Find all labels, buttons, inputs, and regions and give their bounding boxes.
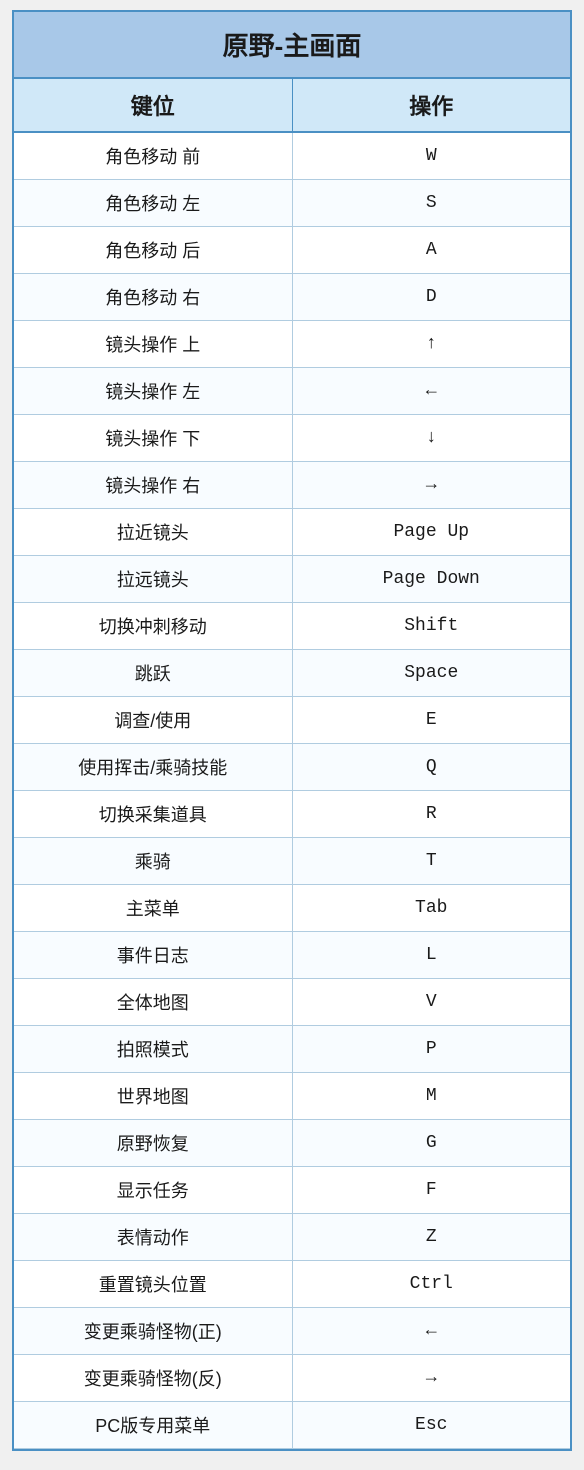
table-row: 角色移动 后A [14,227,570,274]
table-row: 镜头操作 右→ [14,462,570,509]
table-row: 世界地图M [14,1073,570,1120]
action-cell: Space [292,650,570,697]
table-row: 拉近镜头Page Up [14,509,570,556]
table-row: 变更乘骑怪物(反)→ [14,1355,570,1402]
key-cell: PC版专用菜单 [14,1402,292,1449]
key-cell: 拉远镜头 [14,556,292,603]
key-cell: 使用挥击/乘骑技能 [14,744,292,791]
action-cell: T [292,838,570,885]
action-cell: ← [292,1308,570,1355]
action-cell: Q [292,744,570,791]
action-cell: V [292,979,570,1026]
key-cell: 镜头操作 右 [14,462,292,509]
action-cell: E [292,697,570,744]
action-cell: → [292,462,570,509]
key-cell: 镜头操作 上 [14,321,292,368]
key-cell: 表情动作 [14,1214,292,1261]
key-cell: 重置镜头位置 [14,1261,292,1308]
column-header-row: 键位操作 [14,78,570,132]
action-cell: Ctrl [292,1261,570,1308]
key-cell: 跳跃 [14,650,292,697]
key-cell: 角色移动 右 [14,274,292,321]
action-cell: Page Down [292,556,570,603]
action-cell: A [292,227,570,274]
table-row: 显示任务F [14,1167,570,1214]
title-row: 原野-主画面 [14,12,570,78]
key-cell: 拍照模式 [14,1026,292,1073]
action-cell: Tab [292,885,570,932]
keybinding-table: 原野-主画面键位操作角色移动 前W角色移动 左S角色移动 后A角色移动 右D镜头… [12,10,572,1451]
table-row: 原野恢复G [14,1120,570,1167]
table-row: 切换冲刺移动Shift [14,603,570,650]
table-row: 镜头操作 下↓ [14,415,570,462]
table-row: 使用挥击/乘骑技能Q [14,744,570,791]
table-row: PC版专用菜单Esc [14,1402,570,1449]
table-row: 重置镜头位置Ctrl [14,1261,570,1308]
table-row: 乘骑T [14,838,570,885]
table-row: 镜头操作 上↑ [14,321,570,368]
key-cell: 角色移动 后 [14,227,292,274]
table-row: 镜头操作 左← [14,368,570,415]
table-row: 主菜单Tab [14,885,570,932]
action-cell: ↑ [292,321,570,368]
table-row: 角色移动 左S [14,180,570,227]
action-cell: Esc [292,1402,570,1449]
action-cell: L [292,932,570,979]
key-cell: 全体地图 [14,979,292,1026]
action-cell: Z [292,1214,570,1261]
key-cell: 变更乘骑怪物(正) [14,1308,292,1355]
table-row: 调查/使用E [14,697,570,744]
table-row: 事件日志L [14,932,570,979]
action-cell: ← [292,368,570,415]
table-row: 变更乘骑怪物(正)← [14,1308,570,1355]
action-cell: R [292,791,570,838]
action-cell: ↓ [292,415,570,462]
action-cell: D [292,274,570,321]
key-cell: 镜头操作 下 [14,415,292,462]
key-cell: 变更乘骑怪物(反) [14,1355,292,1402]
action-cell: W [292,132,570,180]
action-cell: P [292,1026,570,1073]
table-row: 表情动作Z [14,1214,570,1261]
key-column-header: 键位 [14,78,292,132]
key-cell: 角色移动 前 [14,132,292,180]
table-row: 拉远镜头Page Down [14,556,570,603]
page-title: 原野-主画面 [14,12,570,78]
action-cell: Page Up [292,509,570,556]
key-cell: 切换冲刺移动 [14,603,292,650]
table-row: 全体地图V [14,979,570,1026]
table-row: 拍照模式P [14,1026,570,1073]
action-cell: Shift [292,603,570,650]
table-row: 角色移动 右D [14,274,570,321]
action-cell: M [292,1073,570,1120]
action-cell: G [292,1120,570,1167]
key-cell: 事件日志 [14,932,292,979]
key-cell: 角色移动 左 [14,180,292,227]
table-row: 角色移动 前W [14,132,570,180]
key-cell: 镜头操作 左 [14,368,292,415]
action-column-header: 操作 [292,78,570,132]
table-row: 跳跃Space [14,650,570,697]
key-cell: 拉近镜头 [14,509,292,556]
action-cell: F [292,1167,570,1214]
key-cell: 调查/使用 [14,697,292,744]
key-cell: 原野恢复 [14,1120,292,1167]
table-row: 切换采集道具R [14,791,570,838]
key-cell: 乘骑 [14,838,292,885]
action-cell: S [292,180,570,227]
action-cell: → [292,1355,570,1402]
key-cell: 显示任务 [14,1167,292,1214]
key-cell: 切换采集道具 [14,791,292,838]
key-cell: 主菜单 [14,885,292,932]
key-cell: 世界地图 [14,1073,292,1120]
